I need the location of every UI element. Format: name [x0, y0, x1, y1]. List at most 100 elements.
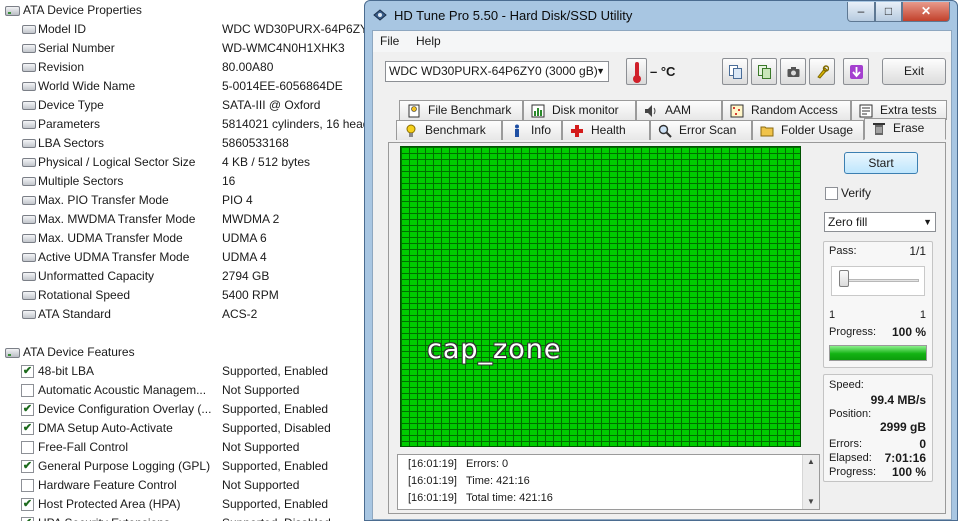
feature-value: Not Supported [222, 440, 300, 454]
feature-row[interactable]: ✔ Device Configuration Overlay (... Suppor… [0, 400, 366, 419]
stats-group: Speed: 99.4 MB/s Position: 2999 gB Error… [823, 374, 933, 482]
group-label: ATA Device Properties [23, 3, 142, 17]
options-button[interactable] [809, 58, 835, 85]
verify-checkbox[interactable] [825, 187, 838, 200]
property-row[interactable]: Serial Number WD-WMC4N0H1XHK3 [0, 39, 366, 58]
tab-erase[interactable]: Erase [864, 118, 946, 140]
property-row[interactable]: Max. MWDMA Transfer Mode MWDMA 2 [0, 210, 366, 229]
tab-label: Info [531, 123, 552, 137]
property-value: 2794 GB [222, 269, 270, 283]
feature-row[interactable]: Automatic Acoustic Managem... Not Support… [0, 381, 366, 400]
property-row[interactable]: World Wide Name 5-0014EE-6056864DE [0, 77, 366, 96]
copy-info-button[interactable] [722, 58, 748, 85]
property-value: WDC WD30PURX-64P6ZY0 [222, 22, 366, 36]
progress-bar [829, 345, 927, 361]
screenshot-button[interactable] [780, 58, 806, 85]
property-value: 5400 RPM [222, 288, 279, 302]
log-list[interactable]: [16:01:19] Errors: 0 [16:01:19] Time: 421:1… [397, 454, 820, 510]
property-name: Device Type [38, 98, 104, 112]
scroll-up-icon[interactable]: ▲ [807, 457, 815, 466]
slider-max: 1 [919, 309, 926, 321]
checked-box-icon: ✔ [21, 498, 34, 511]
property-row[interactable]: Model ID WDC WD30PURX-64P6ZY0 [0, 20, 366, 39]
property-row[interactable]: Multiple Sectors 16 [0, 172, 366, 191]
watermark-text: cap_zone [427, 334, 562, 365]
tab-folder-usage[interactable]: Folder Usage [752, 120, 864, 140]
tab-info[interactable]: Info [502, 120, 562, 140]
property-name: Multiple Sectors [38, 174, 124, 188]
unchecked-box-icon [21, 384, 34, 397]
tab-benchmark[interactable]: Benchmark [396, 120, 502, 140]
speed-label: Speed: [829, 379, 864, 391]
group-ata-device-features[interactable]: ATA Device Features [0, 343, 366, 362]
feature-row[interactable]: Hardware Feature Control Not Supported [0, 476, 366, 495]
minimize-button[interactable]: – [847, 2, 875, 22]
property-name: Serial Number [38, 41, 115, 55]
property-row[interactable]: Max. PIO Transfer Mode PIO 4 [0, 191, 366, 210]
property-row[interactable]: Active UDMA Transfer Mode UDMA 4 [0, 248, 366, 267]
start-button[interactable]: Start [844, 152, 918, 174]
log-scrollbar[interactable]: ▲ ▼ [802, 455, 819, 509]
property-row[interactable]: LBA Sectors 5860533168 [0, 134, 366, 153]
drive-select[interactable]: WDC WD30PURX-64P6ZY0 (3000 gB) ▼ [385, 61, 609, 82]
dropdown-arrow-icon: ▼ [596, 66, 605, 76]
progress-value: 100 % [891, 325, 926, 339]
pass-slider[interactable] [831, 266, 925, 296]
hdtune-window: HD Tune Pro 5.50 - Hard Disk/SSD Utility… [364, 0, 958, 521]
tab-health[interactable]: Health [562, 120, 650, 140]
feature-value: Supported, Enabled [222, 497, 329, 511]
title-bar[interactable]: HD Tune Pro 5.50 - Hard Disk/SSD Utility… [365, 1, 957, 31]
slider-thumb[interactable] [839, 270, 849, 287]
menu-file[interactable]: File [380, 34, 399, 48]
property-row[interactable]: Physical / Logical Sector Size 4 KB / 512… [0, 153, 366, 172]
copy-all-button[interactable] [751, 58, 777, 85]
property-row[interactable]: Max. UDMA Transfer Mode UDMA 6 [0, 229, 366, 248]
drive-group-icon [5, 6, 20, 16]
health-cross-icon [571, 125, 583, 137]
property-item-icon [22, 139, 36, 148]
group-ata-device-properties[interactable]: ATA Device Properties [0, 1, 366, 20]
property-row[interactable]: Unformatted Capacity 2794 GB [0, 267, 366, 286]
camera-icon [787, 67, 800, 77]
property-row[interactable]: Parameters 5814021 cylinders, 16 heads [0, 115, 366, 134]
property-item-icon [22, 234, 36, 243]
progress-total-value: 100 % [891, 465, 926, 479]
tab-error-scan[interactable]: Error Scan [650, 120, 752, 140]
tab-file-benchmark[interactable]: File Benchmark [399, 100, 523, 120]
feature-row[interactable]: ✔ 48-bit LBA Supported, Enabled [0, 362, 366, 381]
tab-label: Erase [893, 121, 925, 135]
save-button[interactable] [843, 58, 869, 85]
tools-icon [817, 65, 829, 79]
menu-help[interactable]: Help [416, 34, 441, 48]
fill-mode-select[interactable]: Zero fill ▼ [824, 212, 936, 232]
feature-row[interactable]: ✔ General Purpose Logging (GPL) Supported,… [0, 457, 366, 476]
exit-button[interactable]: Exit [882, 58, 946, 85]
feature-row[interactable]: ✔ DMA Setup Auto-Activate Supported, Disab… [0, 419, 366, 438]
bar-chart-icon [531, 104, 545, 118]
property-row[interactable]: ATA Standard ACS-2 [0, 305, 366, 324]
property-item-icon [22, 25, 36, 34]
property-row[interactable]: Device Type SATA-III @ Oxford [0, 96, 366, 115]
property-name: Max. PIO Transfer Mode [38, 193, 169, 207]
property-name: Rotational Speed [38, 288, 131, 302]
elapsed-value: 7:01:16 [884, 451, 926, 465]
pass-group: Pass: 1/1 1 1 Progress: 100 % [823, 241, 933, 368]
block-map-grid [400, 146, 801, 447]
log-timestamp: [16:01:19] [408, 458, 457, 470]
tab-random-access[interactable]: Random Access [722, 100, 851, 120]
extra-tests-icon [859, 104, 873, 118]
close-button[interactable]: ✕ [902, 2, 950, 22]
tab-extra-tests[interactable]: Extra tests [851, 100, 947, 120]
tab-aam[interactable]: AAM [636, 100, 722, 120]
property-row[interactable]: Rotational Speed 5400 RPM [0, 286, 366, 305]
feature-row[interactable]: ✔ Host Protected Area (HPA) Supported, Ena… [0, 495, 366, 514]
property-row[interactable]: Revision 80.00A80 [0, 58, 366, 77]
tab-disk-monitor[interactable]: Disk monitor [523, 100, 636, 120]
checked-box-icon: ✔ [21, 365, 34, 378]
file-benchmark-icon [408, 104, 420, 118]
property-item-icon [22, 196, 36, 205]
feature-row[interactable]: Free-Fall Control Not Supported [0, 438, 366, 457]
maximize-button[interactable]: □ [875, 2, 902, 22]
scroll-down-icon[interactable]: ▼ [807, 497, 815, 506]
feature-row[interactable]: ✔ HPA Security Extensions Supported, Disab… [0, 514, 366, 521]
